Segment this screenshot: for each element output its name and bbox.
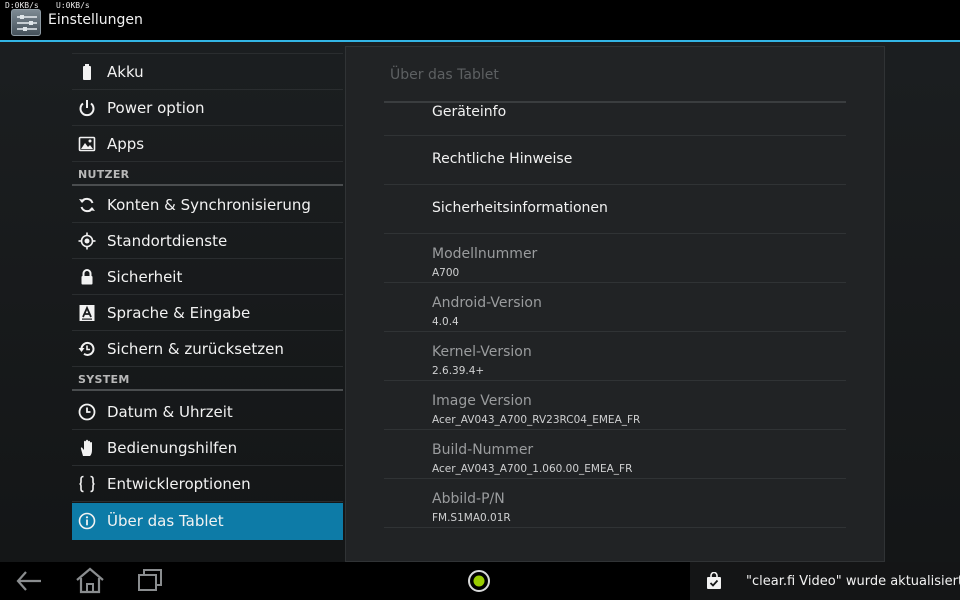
sidebar-item-akku[interactable]: Akku bbox=[72, 54, 343, 90]
braces-icon bbox=[78, 475, 96, 493]
hand-icon bbox=[78, 439, 96, 457]
network-upload-speed: U:0KB/s bbox=[56, 1, 90, 10]
about-item-value: Acer_AV043_A700_RV23RC04_EMEA_FR bbox=[432, 414, 641, 426]
info-icon bbox=[78, 512, 96, 530]
app-title: Einstellungen bbox=[48, 12, 143, 28]
notification-ticker[interactable]: "clear.fi Video" wurde aktualisiert. bbox=[690, 562, 960, 600]
sidebar-item-datum-uhrzeit[interactable]: Datum & Uhrzeit bbox=[72, 394, 343, 430]
sidebar-item-sichern-zuruecksetzen[interactable]: Sichern & zurücksetzen bbox=[72, 331, 343, 367]
settings-screen: D:0KB/s U:0KB/s Einstellungen Akku Power… bbox=[0, 0, 960, 600]
about-tablet-panel: Über das Tablet Geräteinfo Rechtliche Hi… bbox=[345, 46, 885, 562]
section-header-nutzer: NUTZER bbox=[72, 163, 343, 186]
about-item-title: Kernel-Version bbox=[432, 344, 532, 360]
about-item-kernel-version: Kernel-Version 2.6.39.4+ bbox=[384, 332, 846, 381]
about-item-android-version: Android-Version 4.0.4 bbox=[384, 283, 846, 332]
status-ring-icon[interactable] bbox=[465, 568, 493, 598]
sidebar-item-label: Bedienungshilfen bbox=[107, 439, 238, 457]
sidebar-item-label: Power option bbox=[107, 99, 205, 117]
about-item-value: 2.6.39.4+ bbox=[432, 365, 485, 377]
sidebar-item-sprache-eingabe[interactable]: Sprache & Eingabe bbox=[72, 295, 343, 331]
recent-apps-icon[interactable] bbox=[136, 568, 164, 598]
sidebar-item-konten-synchronisierung[interactable]: Konten & Synchronisierung bbox=[72, 187, 343, 223]
backup-restore-icon bbox=[78, 340, 96, 358]
sidebar-item-label: Apps bbox=[107, 135, 145, 153]
lock-icon bbox=[78, 268, 96, 286]
about-item-value: Acer_AV043_A700_1.060.00_EMEA_FR bbox=[432, 463, 633, 475]
about-item-abbild-pn: Abbild-P/N FM.S1MA0.01R bbox=[384, 479, 846, 528]
apps-icon bbox=[78, 135, 96, 153]
about-item-geraeteinfo[interactable]: Geräteinfo bbox=[384, 103, 846, 136]
sidebar-item-label: Entwickleroptionen bbox=[107, 475, 251, 493]
about-item-title: Geräteinfo bbox=[432, 104, 507, 120]
sidebar-item-entwickleroptionen[interactable]: Entwickleroptionen bbox=[72, 466, 343, 502]
list-item-partial[interactable] bbox=[72, 42, 343, 54]
about-item-title: Abbild-P/N bbox=[432, 491, 505, 507]
about-item-title: Modellnummer bbox=[432, 246, 538, 262]
about-item-sicherheitsinformationen[interactable]: Sicherheitsinformationen bbox=[384, 185, 846, 234]
sidebar-item-label: Standortdienste bbox=[107, 232, 228, 250]
settings-category-list[interactable]: Akku Power option Apps NUTZER Konten & S… bbox=[72, 42, 343, 542]
about-item-title: Rechtliche Hinweise bbox=[432, 151, 573, 167]
sidebar-item-standortdienste[interactable]: Standortdienste bbox=[72, 223, 343, 259]
home-icon[interactable] bbox=[74, 566, 106, 598]
battery-icon bbox=[78, 63, 96, 81]
about-item-value: 4.0.4 bbox=[432, 316, 459, 328]
about-item-title: Android-Version bbox=[432, 295, 542, 311]
about-item-modellnummer: Modellnummer A700 bbox=[384, 234, 846, 283]
sidebar-item-label: Sichern & zurücksetzen bbox=[107, 340, 284, 358]
sidebar-item-ueber-das-tablet[interactable]: Über das Tablet bbox=[72, 503, 343, 540]
sync-icon bbox=[78, 196, 96, 214]
sidebar-item-sicherheit[interactable]: Sicherheit bbox=[72, 259, 343, 295]
sidebar-item-apps[interactable]: Apps bbox=[72, 126, 343, 162]
location-icon bbox=[78, 232, 96, 250]
sidebar-item-power-option[interactable]: Power option bbox=[72, 90, 343, 126]
clock-icon bbox=[78, 403, 96, 421]
keyboard-letter-icon bbox=[78, 304, 96, 322]
system-navigation-bar: "clear.fi Video" wurde aktualisiert. bbox=[0, 562, 960, 600]
about-item-title: Build-Nummer bbox=[432, 442, 534, 458]
settings-sliders-icon[interactable] bbox=[11, 9, 41, 36]
sidebar-item-label: Datum & Uhrzeit bbox=[107, 403, 233, 421]
sidebar-item-label: Sicherheit bbox=[107, 268, 183, 286]
sidebar-item-label: Konten & Synchronisierung bbox=[107, 196, 311, 214]
about-item-build-nummer[interactable]: Build-Nummer Acer_AV043_A700_1.060.00_EM… bbox=[384, 430, 846, 479]
about-item-title: Image Version bbox=[432, 393, 532, 409]
notification-text: "clear.fi Video" wurde aktualisiert. bbox=[746, 574, 960, 589]
action-bar: D:0KB/s U:0KB/s Einstellungen bbox=[0, 0, 960, 42]
about-item-rechtliche-hinweise[interactable]: Rechtliche Hinweise bbox=[384, 136, 846, 185]
section-header-label: NUTZER bbox=[78, 168, 130, 181]
section-header-system: SYSTEM bbox=[72, 368, 343, 391]
about-item-value: A700 bbox=[432, 267, 460, 279]
panel-title: Über das Tablet bbox=[390, 67, 499, 83]
shopping-bag-check-icon bbox=[705, 571, 723, 594]
about-item-value: FM.S1MA0.01R bbox=[432, 512, 511, 524]
about-item-image-version: Image Version Acer_AV043_A700_RV23RC04_E… bbox=[384, 381, 846, 430]
about-item-title: Sicherheitsinformationen bbox=[432, 200, 608, 216]
sidebar-item-label: Akku bbox=[107, 63, 144, 81]
sidebar-item-bedienungshilfen[interactable]: Bedienungshilfen bbox=[72, 430, 343, 466]
sidebar-item-label: Sprache & Eingabe bbox=[107, 304, 251, 322]
back-icon[interactable] bbox=[14, 568, 44, 598]
power-icon bbox=[78, 99, 96, 117]
sidebar-item-label: Über das Tablet bbox=[107, 512, 224, 530]
section-header-label: SYSTEM bbox=[78, 373, 130, 386]
